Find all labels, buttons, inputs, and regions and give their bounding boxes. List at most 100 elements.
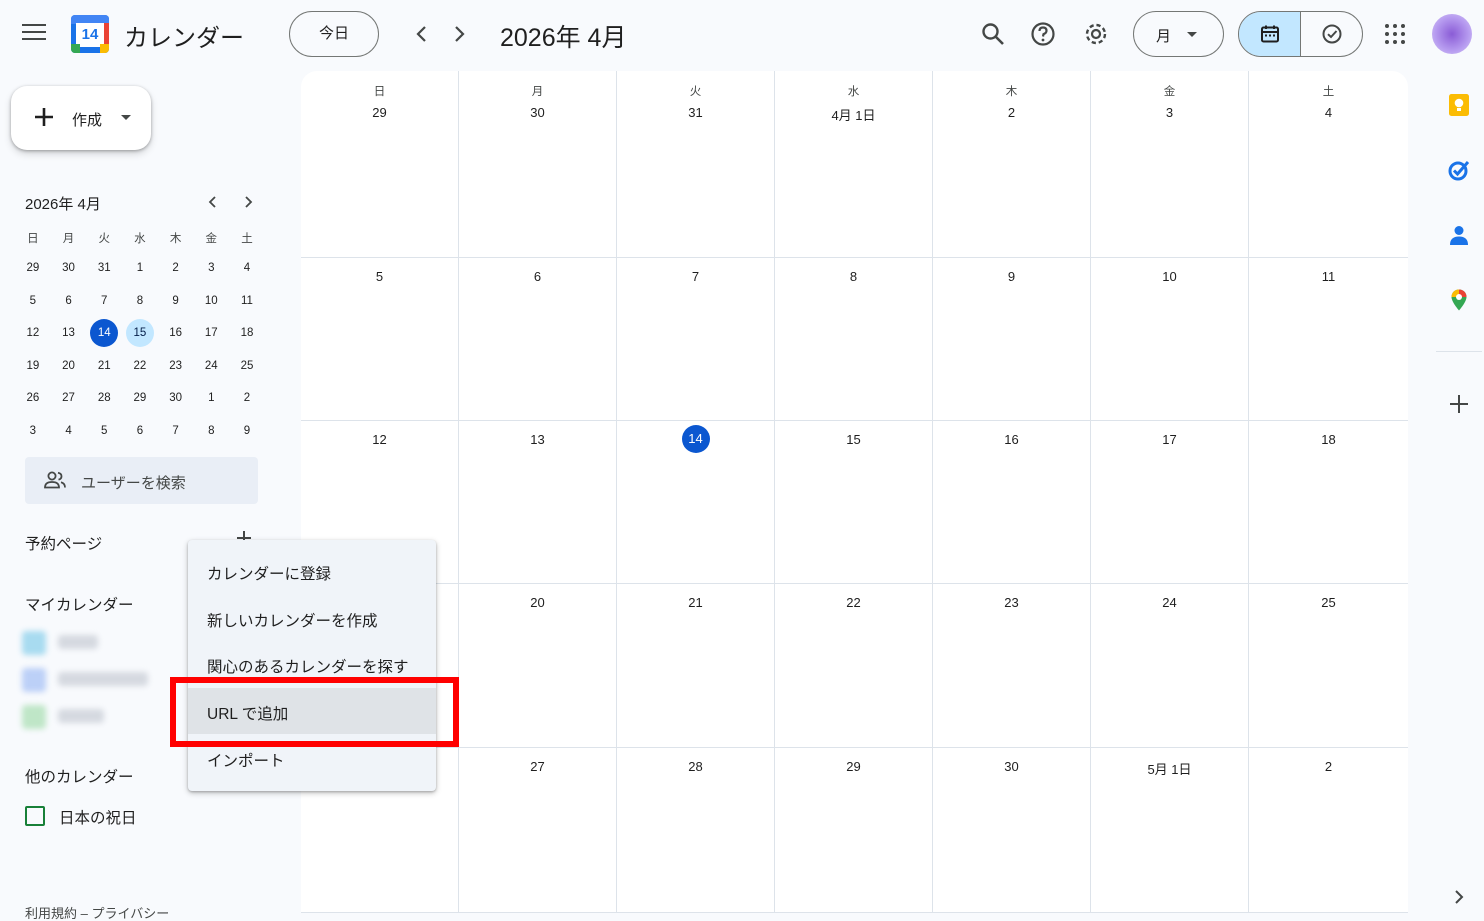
app-name[interactable]: カレンダー (124, 18, 244, 53)
my-calendar-item-redacted[interactable] (22, 705, 162, 729)
mini-calendar-day[interactable]: 5 (86, 415, 122, 448)
mini-previous-month-icon[interactable] (204, 193, 222, 211)
day-cell[interactable]: 水 4月 1日 (775, 71, 933, 257)
google-apps-grid-icon[interactable] (1385, 24, 1407, 46)
mini-calendar-day[interactable]: 28 (86, 382, 122, 415)
day-number[interactable]: 25 (1249, 595, 1408, 610)
mini-calendar-day[interactable]: 26 (15, 382, 51, 415)
day-number[interactable]: 11 (1249, 269, 1408, 284)
day-cell[interactable]: 30 (933, 748, 1091, 912)
day-cell[interactable]: 月 30 (459, 71, 617, 257)
day-number[interactable]: 16 (933, 432, 1090, 447)
day-cell[interactable]: 29 (775, 748, 933, 912)
day-cell[interactable]: 25 (1249, 584, 1408, 747)
day-number[interactable]: 4 (1249, 105, 1408, 120)
day-number[interactable]: 29 (301, 105, 458, 120)
mini-calendar-day[interactable]: 9 (158, 285, 194, 318)
day-number[interactable]: 9 (933, 269, 1090, 284)
mini-calendar-day[interactable]: 30 (51, 252, 87, 285)
calendar-view-toggle[interactable] (1239, 12, 1301, 56)
mini-calendar-day[interactable]: 13 (51, 317, 87, 350)
mini-calendar-day[interactable]: 29 (15, 252, 51, 285)
mini-calendar-day[interactable]: 18 (229, 317, 265, 350)
mini-calendar-day[interactable]: 8 (193, 415, 229, 448)
mini-calendar-day[interactable]: 7 (158, 415, 194, 448)
day-number[interactable]: 4月 1日 (775, 105, 932, 124)
menu-item-add-by-url[interactable]: URL で追加 (188, 688, 436, 734)
mini-calendar-day[interactable]: 20 (51, 350, 87, 383)
add-addon-plus-icon[interactable] (1447, 392, 1471, 416)
day-number[interactable]: 13 (459, 432, 616, 447)
day-number[interactable]: 24 (1091, 595, 1248, 610)
search-users-input[interactable]: ユーザーを検索 (25, 457, 258, 504)
day-cell[interactable]: 18 (1249, 421, 1408, 583)
day-cell[interactable]: 20 (459, 584, 617, 747)
day-cell[interactable]: 27 (459, 748, 617, 912)
holiday-calendar-checkbox[interactable] (25, 806, 45, 826)
tasks-icon[interactable] (1447, 158, 1471, 182)
mini-calendar-day[interactable]: 3 (193, 252, 229, 285)
day-number[interactable]: 29 (775, 759, 932, 774)
mini-calendar-day[interactable]: 31 (86, 252, 122, 285)
day-number[interactable]: 23 (933, 595, 1090, 610)
day-number[interactable]: 17 (1091, 432, 1248, 447)
mini-calendar-day[interactable]: 22 (122, 350, 158, 383)
day-cell[interactable]: 24 (1091, 584, 1249, 747)
day-cell[interactable]: 9 (933, 258, 1091, 420)
day-number[interactable]: 22 (775, 595, 932, 610)
day-cell[interactable]: 13 (459, 421, 617, 583)
previous-month-icon[interactable] (410, 22, 434, 46)
day-cell[interactable]: 17 (1091, 421, 1249, 583)
keep-icon[interactable] (1447, 93, 1471, 117)
tasks-view-toggle[interactable] (1302, 12, 1362, 56)
terms-privacy-links[interactable]: 利用規約 – プライバシー (25, 903, 169, 921)
mini-calendar-day[interactable]: 2 (229, 382, 265, 415)
day-number[interactable]: 5月 1日 (1091, 759, 1248, 778)
day-number[interactable]: 8 (775, 269, 932, 284)
today-button[interactable]: 今日 (289, 11, 379, 57)
day-cell[interactable]: 日 29 (301, 71, 459, 257)
day-cell[interactable]: 5 (301, 258, 459, 420)
day-cell[interactable]: 6 (459, 258, 617, 420)
day-cell[interactable]: 22 (775, 584, 933, 747)
mini-calendar-day[interactable]: 29 (122, 382, 158, 415)
mini-calendar-day[interactable]: 7 (86, 285, 122, 318)
day-cell[interactable]: 土4 (1249, 71, 1408, 257)
day-number[interactable]: 27 (459, 759, 616, 774)
day-number[interactable]: 30 (459, 105, 616, 120)
mini-calendar-day[interactable]: 12 (15, 317, 51, 350)
mini-calendar-day[interactable]: 30 (158, 382, 194, 415)
mini-calendar-day[interactable]: 4 (229, 252, 265, 285)
mini-calendar-day[interactable]: 21 (86, 350, 122, 383)
day-cell[interactable]: 23 (933, 584, 1091, 747)
expand-side-panel-chevron-icon[interactable] (1449, 887, 1469, 907)
day-number[interactable]: 31 (617, 105, 774, 120)
mini-next-month-icon[interactable] (239, 193, 257, 211)
mini-calendar-day[interactable]: 27 (51, 382, 87, 415)
mini-calendar-day[interactable]: 24 (193, 350, 229, 383)
mini-calendar-day[interactable]: 16 (158, 317, 194, 350)
maps-icon[interactable] (1447, 288, 1471, 312)
my-calendar-item-redacted[interactable] (22, 668, 162, 692)
settings-gear-icon[interactable] (1082, 20, 1110, 48)
day-cell[interactable]: 2 (1249, 748, 1408, 912)
day-cell[interactable]: 木2 (933, 71, 1091, 257)
mini-calendar-day[interactable]: 4 (51, 415, 87, 448)
mini-calendar-day[interactable]: 9 (229, 415, 265, 448)
day-cell[interactable]: 5月 1日 (1091, 748, 1249, 912)
other-calendars-heading[interactable]: 他のカレンダー (25, 765, 134, 787)
main-menu-icon[interactable] (22, 24, 46, 44)
menu-item-subscribe-calendar[interactable]: カレンダーに登録 (188, 548, 436, 594)
day-number[interactable]: 28 (617, 759, 774, 774)
day-number[interactable]: 2 (933, 105, 1090, 120)
day-cell[interactable]: 8 (775, 258, 933, 420)
mini-calendar-day[interactable]: 14 (86, 317, 122, 350)
day-number[interactable]: 5 (301, 269, 458, 284)
account-avatar[interactable] (1432, 14, 1472, 54)
day-number[interactable]: 21 (617, 595, 774, 610)
day-number[interactable]: 15 (775, 432, 932, 447)
my-calendars-heading[interactable]: マイカレンダー (25, 593, 134, 615)
mini-calendar-day[interactable]: 1 (122, 252, 158, 285)
day-cell[interactable]: 金3 (1091, 71, 1249, 257)
next-month-icon[interactable] (447, 22, 471, 46)
